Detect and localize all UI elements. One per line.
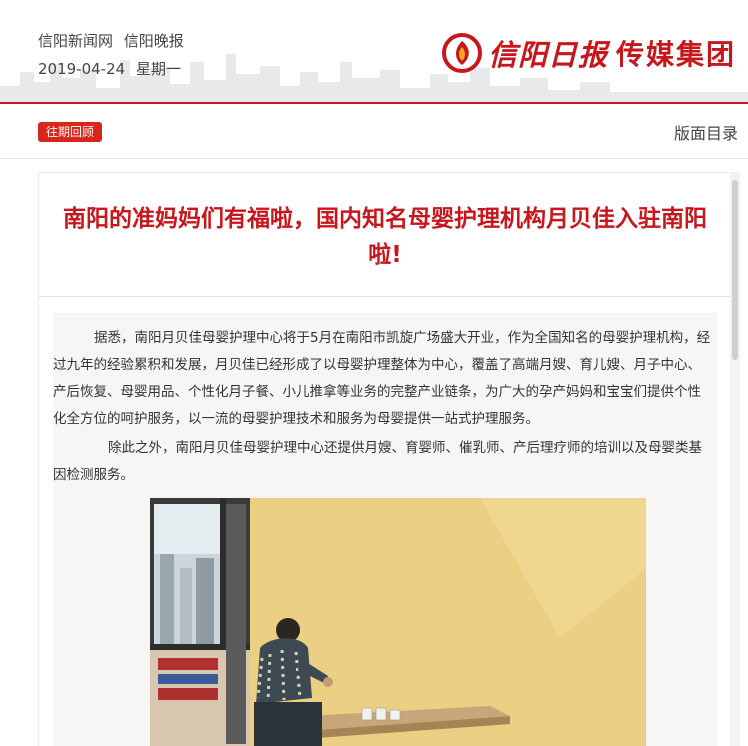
article-title-area: 南阳的准妈妈们有福啦，国内知名母婴护理机构月贝佳入驻南阳啦! — [39, 173, 730, 297]
site-name-link[interactable]: 信阳新闻网 — [38, 32, 113, 50]
brand-script-text: 信阳日报 — [487, 38, 608, 72]
toolbar: 往期回顾 版面目录 — [0, 106, 748, 158]
site-links: 信阳新闻网 信阳晚报 — [38, 30, 190, 51]
issue-weekday: 星期一 — [135, 60, 181, 78]
article-paragraph: 据悉，南阳月贝佳母婴护理中心将于5月在南阳市凯旋广场盛大开业，作为全国知名的母婴… — [53, 330, 711, 427]
date-line: 2019-04-24 星期一 — [38, 58, 187, 79]
article-title: 南阳的准妈妈们有福啦，国内知名母婴护理机构月贝佳入驻南阳啦! — [63, 206, 707, 268]
article-body: 据悉，南阳月贝佳母婴护理中心将于5月在南阳市凯旋广场盛大开业，作为全国知名的母婴… — [53, 313, 717, 746]
renovation-worker-photo — [150, 498, 646, 746]
brand-logo: 信阳日报 传媒集团 — [441, 30, 736, 76]
fire-ring-logo-icon — [441, 33, 482, 73]
toolbar-divider — [0, 158, 748, 159]
archive-button[interactable]: 往期回顾 — [38, 122, 103, 142]
page-scrollbar[interactable] — [730, 172, 740, 746]
site-header: 信阳新闻网 信阳晚报 2019-04-24 星期一 信阳日报 传媒集团 — [0, 0, 748, 104]
article-container: 南阳的准妈妈们有福啦，国内知名母婴护理机构月贝佳入驻南阳啦! 据悉，南阳月贝佳母… — [38, 172, 730, 746]
scrollbar-thumb[interactable] — [732, 180, 738, 360]
paper-name-link[interactable]: 信阳晚报 — [124, 32, 184, 50]
issue-date: 2019-04-24 — [38, 60, 126, 78]
article-paragraph: 除此之外，南阳月贝佳母婴护理中心还提供月嫂、育婴师、催乳师、产后理疗师的培训以及… — [53, 440, 702, 483]
brand-name-text: 传媒集团 — [615, 38, 736, 71]
article-photo — [150, 498, 646, 746]
toc-link[interactable]: 版面目录 — [674, 120, 738, 144]
